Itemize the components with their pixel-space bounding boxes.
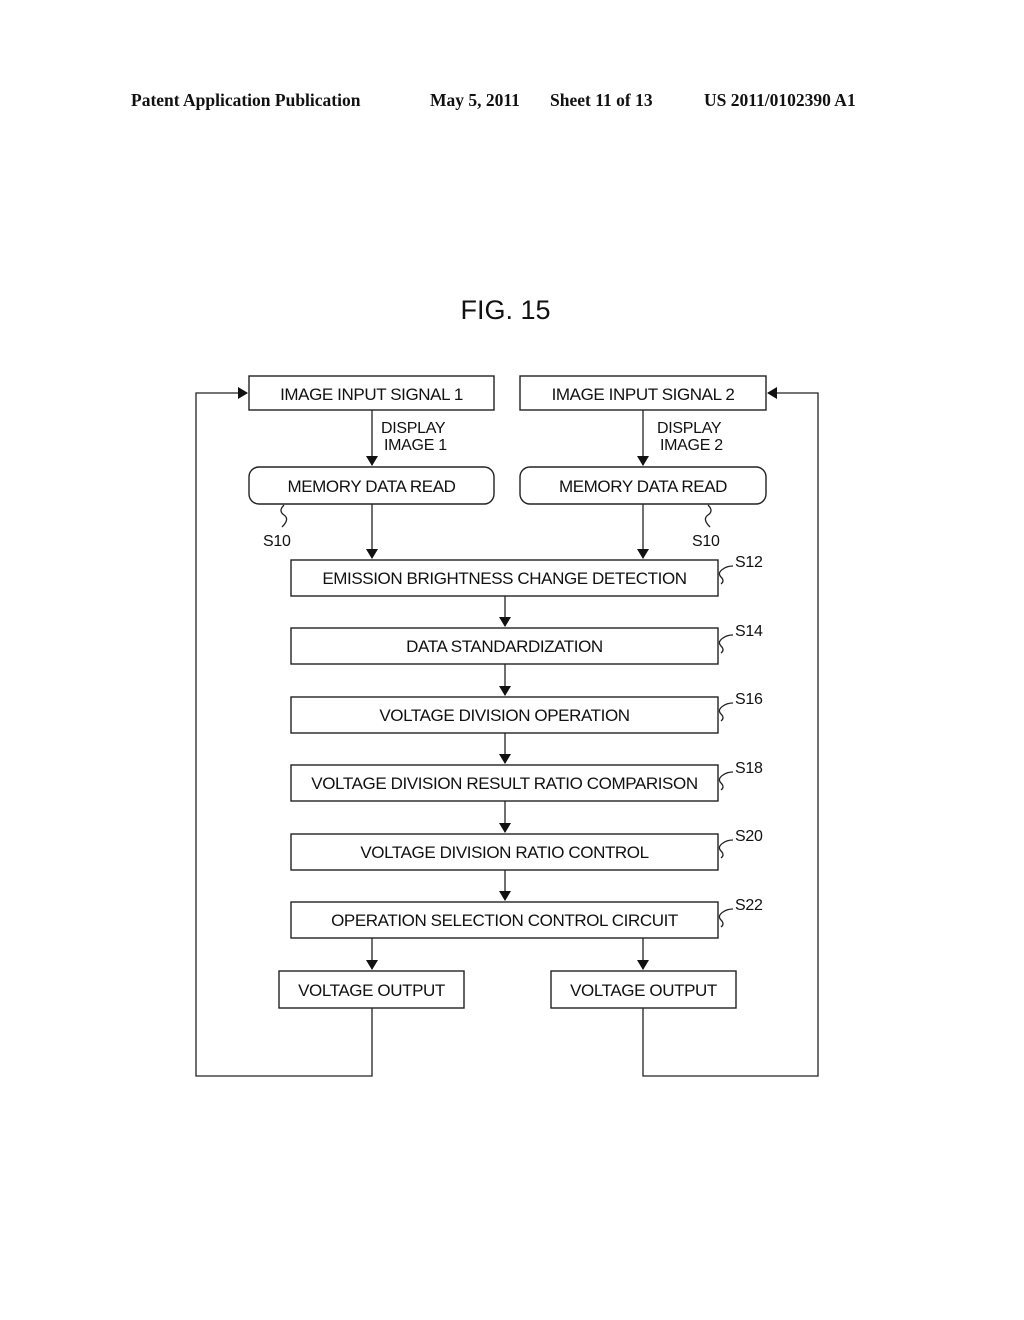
step-label-s10-left: S10: [263, 533, 291, 550]
flowchart: IMAGE INPUT SIGNAL 1 IMAGE INPUT SIGNAL …: [195, 375, 819, 1077]
step-label-s14-group: S14: [718, 623, 763, 654]
step-s14-box: DATA STANDARDIZATION: [290, 627, 719, 665]
display-image-1-label-line1: DISPLAY: [381, 420, 446, 437]
step-label-s22-group: S22: [718, 897, 763, 928]
step-s18-box: VOLTAGE DIVISION RESULT RATIO COMPARISON: [290, 764, 719, 802]
step-label-s16-group: S16: [718, 691, 763, 722]
step-s22-label: OPERATION SELECTION CONTROL CIRCUIT: [331, 911, 678, 930]
step-label-s12-group: S12: [718, 554, 763, 585]
memory-data-read-2-label: MEMORY DATA READ: [559, 477, 727, 496]
step-s20-box: VOLTAGE DIVISION RATIO CONTROL: [290, 833, 719, 871]
step-label-s18-group: S18: [718, 760, 763, 791]
step-label-s10-right: S10: [692, 533, 720, 550]
s10-right-leader: [704, 504, 712, 528]
input-signal-1-label: IMAGE INPUT SIGNAL 1: [280, 385, 463, 404]
step-s12-box: EMISSION BRIGHTNESS CHANGE DETECTION: [290, 559, 719, 597]
step-label-s12: S12: [735, 554, 763, 571]
input-signal-2-label: IMAGE INPUT SIGNAL 2: [552, 385, 735, 404]
memory-data-read-2-box: MEMORY DATA READ: [519, 466, 767, 505]
display-image-1-label-line2: IMAGE 1: [384, 437, 447, 454]
step-label-s22: S22: [735, 897, 763, 914]
step-label-s20-group: S20: [718, 828, 763, 859]
step-label-s20: S20: [735, 828, 763, 845]
s10-left-leader: [280, 504, 288, 528]
step-label-s18: S18: [735, 760, 763, 777]
display-image-2-label-line1: DISPLAY: [657, 420, 722, 437]
memory-data-read-1-box: MEMORY DATA READ: [248, 466, 495, 505]
step-s16-box: VOLTAGE DIVISION OPERATION: [290, 696, 719, 734]
memory-data-read-1-label: MEMORY DATA READ: [287, 477, 455, 496]
step-s18-label: VOLTAGE DIVISION RESULT RATIO COMPARISON: [311, 774, 697, 793]
input-signal-2-box: IMAGE INPUT SIGNAL 2: [519, 375, 767, 411]
step-s22-box: OPERATION SELECTION CONTROL CIRCUIT: [290, 901, 719, 939]
display-image-2-label-line2: IMAGE 2: [660, 437, 723, 454]
step-s12-label: EMISSION BRIGHTNESS CHANGE DETECTION: [322, 569, 686, 588]
step-label-s14: S14: [735, 623, 763, 640]
step-s20-label: VOLTAGE DIVISION RATIO CONTROL: [360, 843, 648, 862]
voltage-output-2-label: VOLTAGE OUTPUT: [570, 981, 717, 1000]
input-signal-1-box: IMAGE INPUT SIGNAL 1: [248, 375, 495, 411]
voltage-output-1-box: VOLTAGE OUTPUT: [278, 970, 465, 1009]
voltage-output-1-label: VOLTAGE OUTPUT: [298, 981, 445, 1000]
voltage-output-2-box: VOLTAGE OUTPUT: [550, 970, 737, 1009]
step-label-s16: S16: [735, 691, 763, 708]
step-s14-label: DATA STANDARDIZATION: [406, 637, 603, 656]
step-s16-label: VOLTAGE DIVISION OPERATION: [379, 706, 629, 725]
